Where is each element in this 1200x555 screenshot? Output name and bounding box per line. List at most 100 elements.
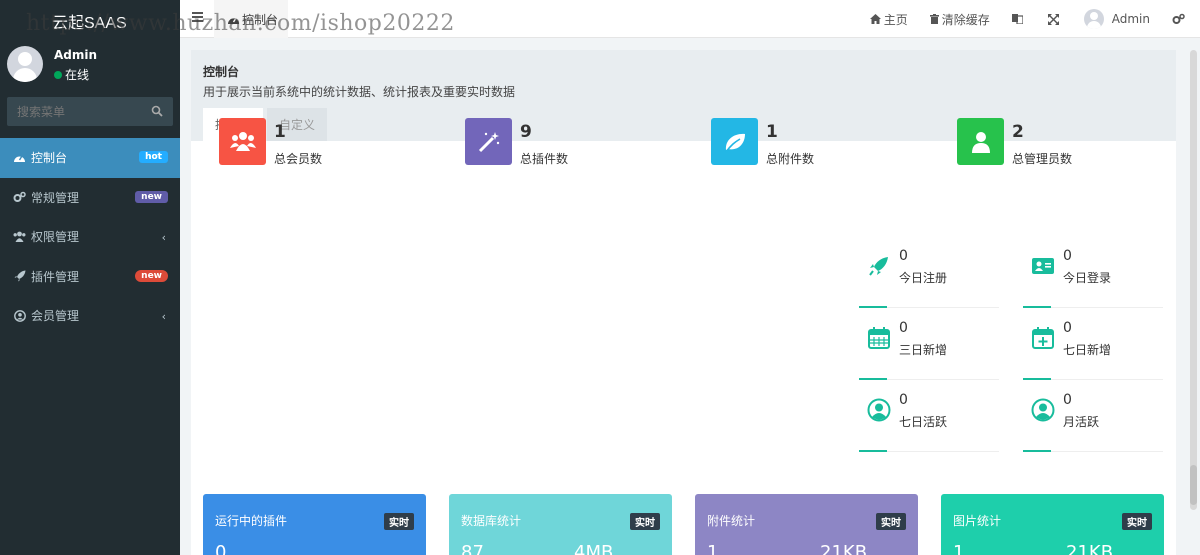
- settings-button[interactable]: [1172, 13, 1188, 25]
- fullscreen-button[interactable]: [1047, 13, 1062, 25]
- sidebar-item-label: 插件管理: [31, 269, 80, 284]
- chevron-left-icon: ‹: [161, 310, 166, 323]
- users-icon: [229, 131, 256, 151]
- mini-stat-label: 七日活跃: [899, 415, 948, 429]
- top-nav: 主页 清除缓存 Admin: [869, 0, 1200, 38]
- dashboard-icon: [228, 17, 239, 24]
- divider: [859, 306, 999, 308]
- clear-cache-button[interactable]: 清除缓存: [929, 11, 990, 28]
- scrollbar-track[interactable]: [1190, 50, 1197, 510]
- mini-stat-label: 月活跃: [1063, 415, 1100, 429]
- realtime-badge: 实时: [1122, 513, 1152, 530]
- stat-value: 2: [1012, 122, 1024, 142]
- divider: [859, 378, 999, 380]
- magic-icon: [478, 131, 499, 152]
- sidebar-item-dashboard[interactable]: 控制台 hot: [0, 138, 180, 178]
- sidebar: 云起SAAS Admin 在线 控制台 hot 常规管理 new 权限管理 ‹ …: [0, 0, 180, 555]
- stat-icon-box: [711, 118, 758, 165]
- stat-label: 总会员数: [274, 152, 323, 166]
- admin-name: Admin: [1111, 12, 1150, 26]
- stat-admins: 2 总管理员数: [957, 118, 1187, 166]
- card-title: 图片统计: [953, 514, 1002, 528]
- card-value-secondary: 21KB: [820, 542, 868, 555]
- home-icon: [869, 14, 881, 24]
- card-attachments: 附件统计 实时 1 21KB: [695, 494, 918, 555]
- fullscreen-icon: [1047, 13, 1059, 25]
- tab-label: 控制台: [242, 12, 279, 27]
- mini-stat-label: 今日注册: [899, 271, 948, 285]
- language-icon: [1011, 14, 1023, 24]
- card-database: 数据库统计 实时 87 4MB: [449, 494, 672, 555]
- stat-attachments: 1 总附件数: [711, 118, 941, 166]
- card-value-secondary: 4MB: [574, 542, 614, 555]
- brand-logo[interactable]: 云起SAAS: [0, 0, 180, 38]
- stat-plugins: 9 总插件数: [465, 118, 695, 166]
- cogs-icon: [13, 191, 26, 204]
- menu-search-input[interactable]: [7, 97, 147, 126]
- sidebar-item-permissions[interactable]: 权限管理 ‹: [0, 217, 180, 257]
- search-icon[interactable]: [151, 105, 163, 117]
- sidebar-item-general[interactable]: 常规管理 new: [0, 178, 180, 218]
- card-title: 数据库统计: [461, 514, 522, 528]
- realtime-badge: 实时: [630, 513, 660, 530]
- user-circle-icon: [1031, 398, 1055, 422]
- stat-label: 总附件数: [766, 152, 815, 166]
- user-status: 在线: [54, 66, 89, 83]
- stat-value: 1: [274, 122, 286, 142]
- sidebar-item-plugins[interactable]: 插件管理 new: [0, 257, 180, 297]
- users-icon: [13, 230, 26, 243]
- card-running-plugins: 运行中的插件 实时 0: [203, 494, 426, 555]
- menu-toggle-icon[interactable]: [192, 12, 203, 22]
- card-value-secondary: 21KB: [1066, 542, 1114, 555]
- new-badge: new: [135, 190, 168, 203]
- hot-badge: hot: [139, 151, 168, 163]
- user-circle-icon: [13, 309, 26, 322]
- mini-stat-three-day-new: 0 三日新增: [859, 320, 999, 380]
- calendar-plus-icon: [1032, 327, 1054, 349]
- realtime-badge: 实时: [876, 513, 906, 530]
- tab-dashboard[interactable]: 控制台: [214, 0, 288, 38]
- mini-stat-today-register: 0 今日注册: [859, 248, 999, 308]
- user-icon: [971, 131, 990, 153]
- stat-label: 总插件数: [520, 152, 569, 166]
- user-menu[interactable]: Admin: [1083, 9, 1150, 29]
- sidebar-item-label: 权限管理: [31, 230, 80, 245]
- avatar: [7, 46, 43, 82]
- translate-button[interactable]: [1011, 14, 1026, 24]
- divider: [859, 450, 999, 452]
- mini-stat-value: 0: [1063, 248, 1072, 264]
- card-value: 0: [215, 542, 227, 555]
- sidebar-item-members[interactable]: 会员管理 ‹: [0, 296, 180, 336]
- avatar: [1083, 9, 1104, 29]
- mini-stat-today-login: 0 今日登录: [1023, 248, 1163, 308]
- mini-stat-seven-day-active: 0 七日活跃: [859, 392, 999, 452]
- card-images: 图片统计 实时 1 21KB: [941, 494, 1164, 555]
- card-value: 87: [461, 542, 484, 555]
- mini-stat-value: 0: [899, 320, 908, 336]
- mini-stat-monthly-active: 0 月活跃: [1023, 392, 1163, 452]
- card-title: 运行中的插件: [215, 514, 288, 528]
- stat-label: 总管理员数: [1012, 152, 1073, 166]
- stat-icon-box: [957, 118, 1004, 165]
- rocket-icon: [13, 270, 26, 283]
- user-panel: Admin 在线: [0, 38, 180, 90]
- page-description: 用于展示当前系统中的统计数据、统计报表及重要实时数据: [203, 85, 516, 99]
- divider: [1023, 378, 1163, 380]
- mini-stat-label: 七日新增: [1063, 343, 1112, 357]
- mini-stat-value: 0: [899, 392, 908, 408]
- scrollbar-thumb[interactable]: [1190, 465, 1197, 505]
- cogs-icon: [1172, 13, 1185, 24]
- stat-icon-box: [219, 118, 266, 165]
- mini-stat-value: 0: [1063, 392, 1072, 408]
- new-badge: new: [135, 269, 168, 282]
- calendar-icon: [868, 327, 890, 349]
- mini-stat-label: 三日新增: [899, 343, 948, 357]
- mini-stat-label: 今日登录: [1063, 271, 1112, 285]
- stat-members: 1 总会员数: [219, 118, 449, 166]
- sidebar-menu: 控制台 hot 常规管理 new 权限管理 ‹ 插件管理 new 会员管理 ‹: [0, 138, 180, 336]
- sidebar-item-label: 常规管理: [31, 190, 80, 205]
- mini-stat-seven-day-new: 0 七日新增: [1023, 320, 1163, 380]
- divider: [1023, 306, 1163, 308]
- stat-value: 9: [520, 122, 532, 142]
- home-link[interactable]: 主页: [869, 11, 908, 28]
